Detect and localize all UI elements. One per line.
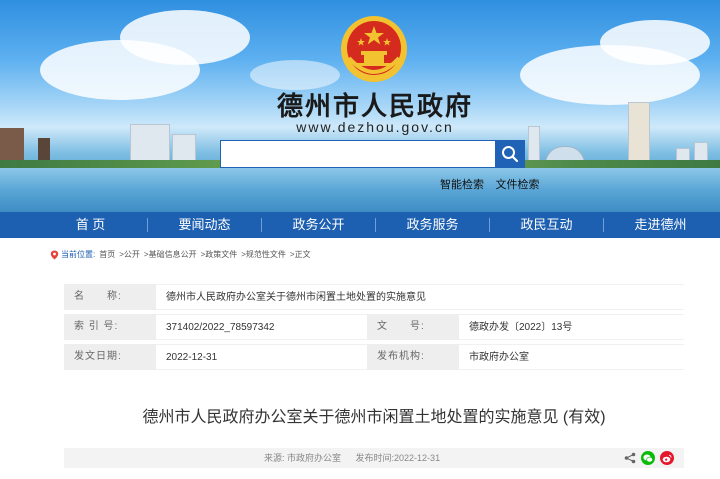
article-source: 来源: 市政府办公室 [264,453,342,463]
nav-item-services[interactable]: 政务服务 [376,212,489,238]
nav-item-home[interactable]: 首 页 [34,212,147,238]
file-search-link[interactable]: 文件检索 [496,178,540,191]
meta-row-name: 名 称: 德州市人民政府办公室关于德州市闲置土地处置的实施意见 [64,284,684,310]
breadcrumb-current: >正文 [289,250,311,259]
article-publish-time: 发布时间:2022-12-31 [355,453,441,463]
breadcrumb-normative-docs[interactable]: >规范性文件 [241,249,286,260]
location-pin-icon [50,250,59,259]
breadcrumb: 当前位置: 首页 >公开 >基础信息公开 >政策文件 >规范性文件 >正文 [50,249,311,260]
meta-label-docno: 文 号: [367,314,459,340]
search-input[interactable] [220,140,496,168]
building-right [528,126,540,164]
nav-item-public-affairs[interactable]: 政务公开 [262,212,375,238]
tower-building [628,102,650,164]
breadcrumb-public[interactable]: >公开 [119,249,140,260]
pavilion-left [0,128,24,164]
meta-label-name: 名 称: [64,284,156,310]
meta-label-issuer: 发布机构: [367,344,459,370]
smart-search-link[interactable]: 智能检索 [440,178,484,191]
site-title: 德州市人民政府 [276,92,473,122]
meta-value-name: 德州市人民政府办公室关于德州市闲置土地处置的实施意见 [156,284,684,310]
article-info-bar: 来源: 市政府办公室 发布时间:2022-12-31 [64,448,684,468]
nav-item-news[interactable]: 要闻动态 [148,212,261,238]
main-nav: 首 页 要闻动态 政务公开 政务服务 政民互动 走进德州 [0,212,720,238]
wechat-share-button[interactable] [641,451,655,465]
lake-water [0,168,720,212]
cloud-decoration [600,20,710,65]
breadcrumb-policy-docs[interactable]: >政策文件 [201,249,238,260]
breadcrumb-home[interactable]: 首页 [99,249,115,260]
meta-value-date: 2022-12-31 [156,344,367,370]
document-meta-table: 名 称: 德州市人民政府办公室关于德州市闲置土地处置的实施意见 索 引 号: 3… [64,284,684,374]
search-button[interactable] [495,140,525,168]
meta-row-index: 索 引 号: 371402/2022_78597342 文 号: 德政办发〔20… [64,314,684,340]
meta-value-index: 371402/2022_78597342 [156,314,367,340]
building-left [130,124,170,164]
nav-item-about-dezhou[interactable]: 走进德州 [604,212,717,238]
share-tools [624,451,674,465]
weibo-icon [662,454,672,462]
weibo-share-button[interactable] [660,451,674,465]
nav-item-interaction[interactable]: 政民互动 [490,212,603,238]
meta-label-index: 索 引 号: [64,314,156,340]
breadcrumb-basic-info[interactable]: >基础信息公开 [144,249,197,260]
national-emblem-icon [341,16,407,82]
search-icon [502,146,519,163]
article-title: 德州市人民政府办公室关于德州市闲置土地处置的实施意见 (有效) [142,409,606,426]
share-icon[interactable] [624,452,636,464]
meta-row-date: 发文日期: 2022-12-31 发布机构: 市政府办公室 [64,344,684,370]
meta-value-issuer: 市政府办公室 [459,344,684,370]
search-links: 智能检索 文件检索 [440,176,548,192]
meta-label-date: 发文日期: [64,344,156,370]
meta-value-docno: 德政办发〔2022〕13号 [459,314,684,340]
header-banner: 德州市人民政府 www.dezhou.gov.cn 智能检索 文件检索 [0,0,720,212]
wechat-icon [643,454,653,462]
cloud-decoration [120,10,250,65]
breadcrumb-label: 当前位置: [61,250,96,259]
site-url: www.dezhou.gov.cn [296,119,454,135]
